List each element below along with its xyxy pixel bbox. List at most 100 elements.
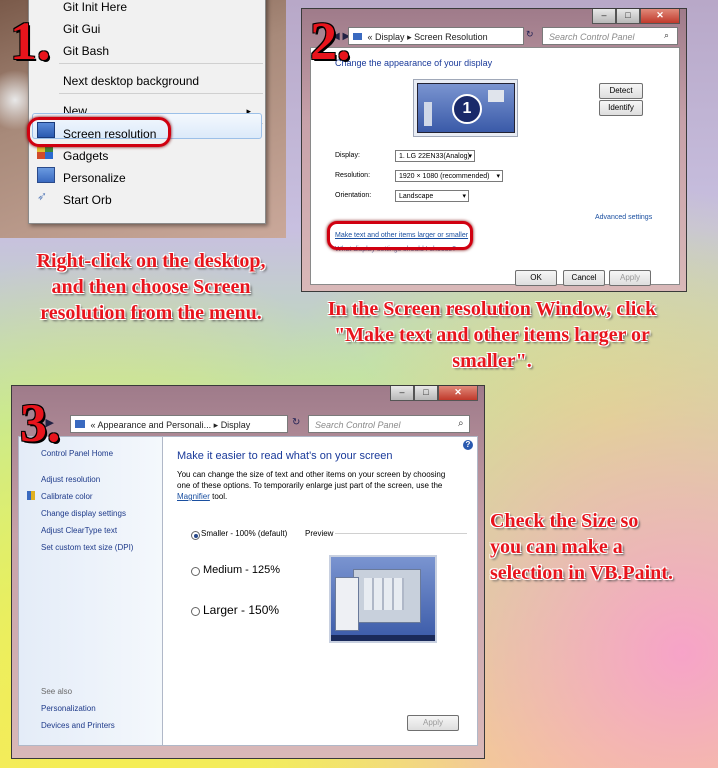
preview-sidebar-graphic — [424, 102, 432, 126]
highlight-ring — [27, 117, 171, 147]
caption-line: Right-click on the desktop, — [36, 250, 266, 272]
refresh-icon[interactable]: ↻ — [292, 417, 300, 428]
address-bar[interactable]: « Appearance and Personali... ▸ Display — [70, 415, 288, 433]
shield-icon — [27, 491, 35, 500]
nav-custom-text-size[interactable]: Set custom text size (DPI) — [41, 543, 133, 552]
nav-adjust-cleartype[interactable]: Adjust ClearType text — [41, 526, 117, 535]
description-tail: tool. — [212, 492, 228, 501]
breadcrumb-part: « — [90, 420, 96, 430]
identify-button[interactable]: Identify — [599, 100, 643, 116]
control-panel-icon — [353, 33, 362, 40]
breadcrumb-separator: ▸ — [213, 420, 219, 430]
monitor-preview-area: 1 — [413, 79, 518, 137]
window-controls: – □ ✕ — [592, 9, 680, 24]
breadcrumb-display[interactable]: Display — [375, 32, 405, 42]
orientation-select[interactable]: Landscape — [395, 190, 469, 203]
search-icon: ⌕ — [458, 418, 464, 429]
resolution-label: Resolution: — [335, 172, 371, 179]
description-line: You can change the size of text and othe… — [177, 470, 446, 479]
personalize-icon — [37, 167, 55, 183]
step1-caption: Right-click on the desktop, and then cho… — [6, 248, 296, 326]
desktop-flower-decoration — [0, 60, 30, 140]
window-controls: – □ ✕ — [390, 386, 478, 401]
address-bar[interactable]: « Display ▸ Screen Resolution — [348, 27, 524, 45]
maximize-button[interactable]: □ — [414, 386, 438, 401]
caption-line: "Make text and other items larger or — [334, 324, 650, 346]
resolution-select[interactable]: 1920 × 1080 (recommended) — [395, 170, 503, 183]
radio-medium[interactable] — [191, 567, 200, 576]
detect-button[interactable]: Detect — [599, 83, 643, 99]
minimize-button[interactable]: – — [390, 386, 414, 401]
preview-window-graphic — [488, 90, 504, 102]
menu-item-git-bash[interactable]: Git Bash — [63, 41, 109, 61]
menu-item-start-orb[interactable]: Start Orb — [63, 190, 112, 210]
caption-line: Check the Size so — [490, 510, 639, 532]
highlight-ring — [327, 221, 473, 250]
minimize-button[interactable]: – — [592, 9, 616, 24]
search-input[interactable]: Search Control Panel — [542, 27, 678, 45]
description-line: Magnifier tool. — [177, 491, 445, 502]
refresh-icon[interactable]: ↻ — [526, 29, 534, 40]
control-panel-icon — [75, 420, 85, 428]
caption-line: In the Screen resolution Window, click — [327, 298, 657, 320]
gadgets-icon — [37, 145, 53, 159]
apply-button[interactable]: Apply — [407, 715, 459, 731]
option-larger-label[interactable]: Larger - 150% — [203, 603, 279, 617]
nav-adjust-resolution[interactable]: Adjust resolution — [41, 475, 100, 484]
caption-line: and then choose Screen — [51, 276, 251, 298]
apply-button[interactable]: Apply — [609, 270, 651, 286]
help-icon[interactable]: ? — [463, 440, 473, 450]
preview-taskbar-graphic — [331, 635, 435, 641]
display-label: Display: — [335, 152, 360, 159]
search-icon: ⌕ — [664, 30, 670, 40]
menu-item-personalize[interactable]: Personalize — [63, 168, 126, 188]
caption-line: resolution from the menu. — [40, 302, 262, 324]
radio-larger[interactable] — [191, 607, 200, 616]
page-heading: Make it easier to read what's on your sc… — [177, 450, 393, 462]
close-button[interactable]: ✕ — [640, 9, 680, 24]
maximize-button[interactable]: □ — [616, 9, 640, 24]
display-settings-window: – □ ✕ ◀ ▶ « Appearance and Personali... … — [11, 385, 485, 759]
option-smaller-label[interactable]: Smaller - 100% (default) — [201, 529, 287, 538]
monitor-number: 1 — [452, 94, 482, 124]
nav-calibrate-color[interactable]: Calibrate color — [41, 492, 93, 501]
start-orb-icon: ➶ — [37, 189, 48, 203]
step2-caption: In the Screen resolution Window, click "… — [296, 296, 688, 374]
preview-window-graphic — [353, 569, 421, 623]
breadcrumb-screen-resolution[interactable]: Screen Resolution — [414, 32, 488, 42]
breadcrumb-part: « — [367, 32, 373, 42]
breadcrumb-appearance[interactable]: Appearance and Personali... — [98, 420, 212, 430]
advanced-settings-link[interactable]: Advanced settings — [595, 214, 652, 221]
caption-line: you can make a — [490, 536, 623, 558]
preview-divider — [335, 533, 467, 534]
magnifier-link[interactable]: Magnifier — [177, 492, 210, 501]
radio-smaller[interactable] — [191, 531, 200, 540]
step-number-2: 2. — [310, 11, 351, 71]
step-number-3: 3. — [20, 393, 61, 453]
breadcrumb-separator: ▸ — [407, 32, 412, 42]
menu-separator — [59, 63, 263, 64]
cancel-button[interactable]: Cancel — [563, 270, 605, 286]
search-input[interactable]: Search Control Panel — [308, 415, 470, 433]
nav-change-display-settings[interactable]: Change display settings — [41, 509, 126, 518]
menu-item-git-init-here[interactable]: Git Init Here — [63, 0, 127, 17]
left-navigation-pane: Control Panel Home Adjust resolution Cal… — [18, 436, 163, 746]
step3-caption: Check the Size so you can make a selecti… — [490, 508, 710, 586]
nav-devices-printers[interactable]: Devices and Printers — [41, 721, 115, 730]
breadcrumb-display[interactable]: Display — [221, 420, 251, 430]
menu-separator — [59, 93, 263, 94]
caption-line: smaller". — [452, 350, 532, 372]
menu-item-next-background[interactable]: Next desktop background — [63, 71, 199, 91]
monitor-preview[interactable]: 1 — [417, 83, 515, 133]
display-select[interactable]: 1. LG 22EN33(Analog) — [395, 150, 475, 163]
option-medium-label[interactable]: Medium - 125% — [203, 564, 280, 576]
ok-button[interactable]: OK — [515, 270, 557, 286]
preview-image — [329, 555, 437, 643]
menu-item-gadgets[interactable]: Gadgets — [63, 146, 108, 166]
menu-item-git-gui[interactable]: Git Gui — [63, 19, 100, 39]
step-number-1: 1. — [10, 11, 51, 71]
nav-personalization[interactable]: Personalization — [41, 704, 96, 713]
preview-label: Preview — [305, 529, 334, 538]
close-button[interactable]: ✕ — [438, 386, 478, 401]
see-also-label: See also — [41, 687, 73, 696]
